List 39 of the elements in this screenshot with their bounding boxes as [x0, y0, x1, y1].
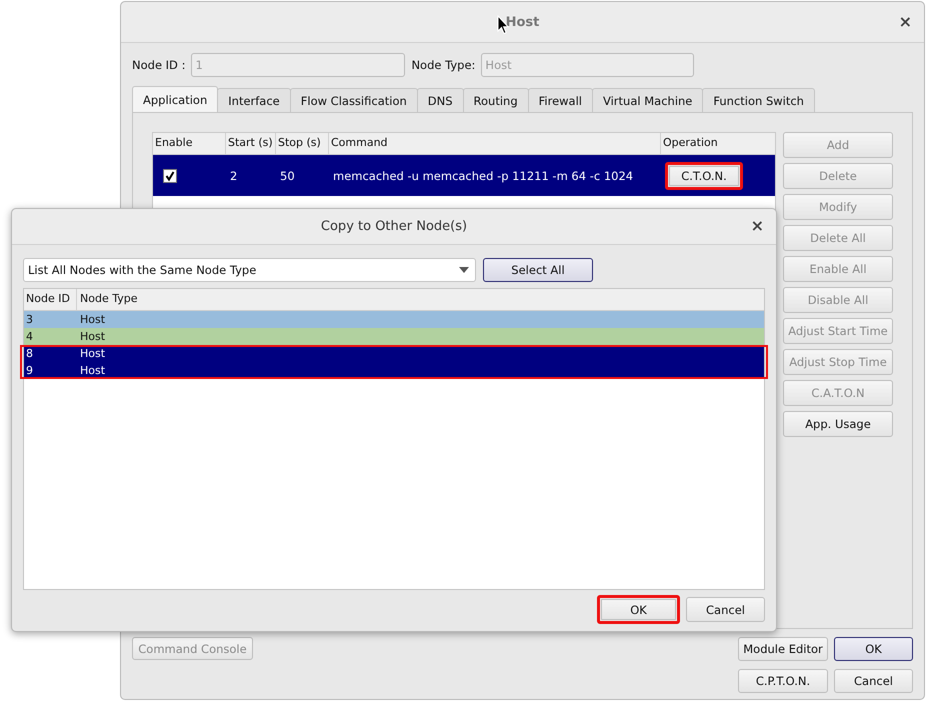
table-cell-text: memcached -u memcached -p 11211 -m 64 -c 1024	[332, 168, 634, 182]
table-cell-text: 50	[279, 168, 296, 182]
close-button[interactable]: ×	[750, 216, 764, 235]
dialog-button[interactable]: C.P.T.O.N.	[738, 669, 828, 693]
tab[interactable]: Firewall	[528, 88, 593, 112]
dialog-button[interactable]: OK	[834, 637, 913, 661]
window-title: Host	[506, 14, 540, 30]
dialog-button[interactable]: Cancel	[834, 669, 913, 693]
dialog-button[interactable]: Module Editor	[738, 637, 828, 661]
tab[interactable]: DNS	[416, 88, 464, 112]
dialog-button[interactable]: Cancel	[686, 597, 765, 622]
tab[interactable]: Application	[132, 86, 218, 112]
column-header: Command	[329, 133, 661, 154]
node-id-label: Node ID :	[132, 58, 186, 72]
tab[interactable]: Interface	[217, 88, 291, 112]
tab[interactable]: Function Switch	[702, 88, 815, 112]
node-row[interactable]: 3 Host	[24, 311, 764, 328]
dialog-button[interactable]: OK	[597, 595, 680, 624]
node-type-label: Node Type:	[411, 58, 476, 72]
column-header: Operation	[662, 135, 719, 151]
tab[interactable]: Virtual Machine	[592, 88, 704, 112]
column-header: Start (s)	[226, 133, 276, 154]
tab[interactable]: Flow Classification	[290, 88, 418, 112]
caret-icon	[459, 267, 469, 273]
close-button[interactable]: ×	[898, 12, 912, 31]
column-header: Node ID	[24, 289, 77, 310]
cton-button[interactable]: C.T.O.N.	[665, 162, 743, 190]
node-row[interactable]: 4 Host	[24, 328, 764, 345]
table-row[interactable]: 2 50 memcached -u memcached -p 11211 -m 64 -c 1024 C.T.O.N.	[153, 155, 775, 196]
column-header: Enable	[153, 133, 226, 154]
enable-checkbox[interactable]	[163, 168, 177, 182]
column-header: Node Type	[79, 291, 138, 307]
tab[interactable]: Routing	[462, 88, 529, 112]
node-filter-dropdown[interactable]: List All Nodes with the Same Node Type	[23, 258, 476, 282]
side-button[interactable]: App. Usage	[783, 411, 893, 437]
select-all-button[interactable]: Select All	[483, 258, 593, 282]
column-header: Stop (s)	[276, 133, 329, 154]
table-cell-text: 2	[229, 168, 238, 182]
dialog-title: Copy to Other Node(s)	[320, 219, 468, 234]
